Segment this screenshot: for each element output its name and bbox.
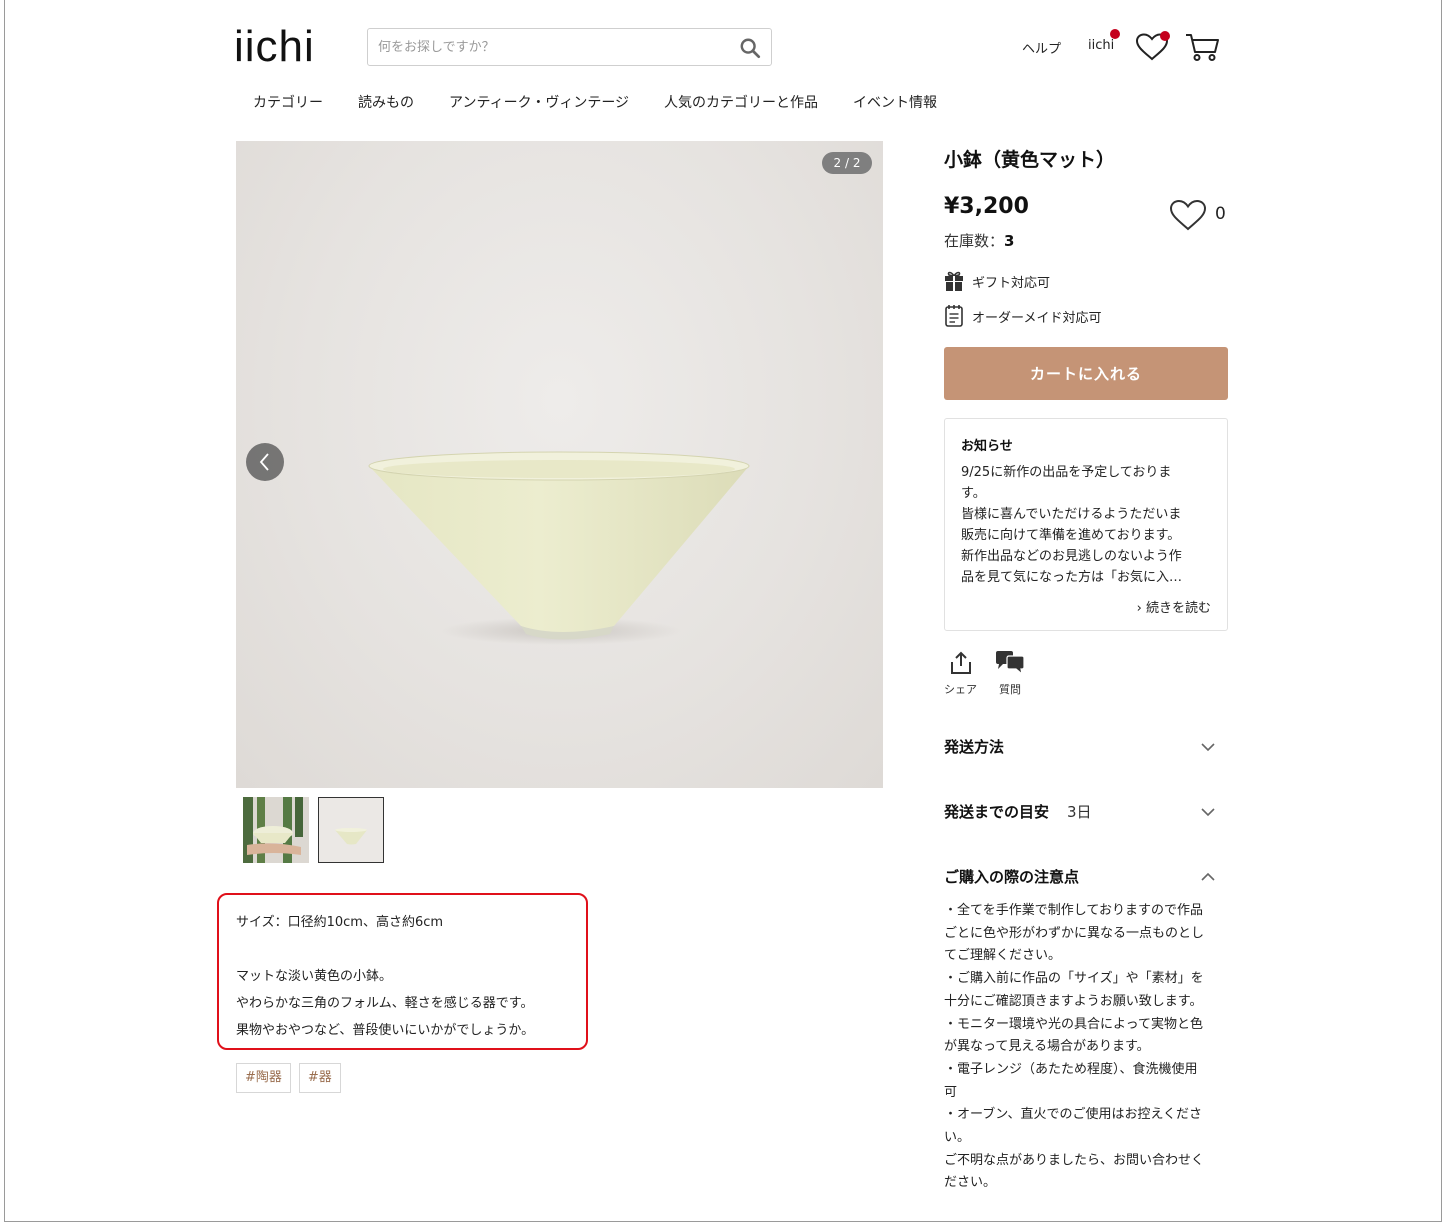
notice-read-more-link[interactable]: › 続きを読む: [1137, 597, 1211, 616]
product-actions: シェア 質問: [944, 651, 1025, 697]
prev-image-button[interactable]: [246, 443, 284, 481]
tag-tableware[interactable]: #器: [298, 1063, 341, 1093]
thumbnail-bowl-photo: [319, 798, 383, 862]
chevron-down-icon: [1201, 807, 1215, 816]
description-line: マットな淡い黄色の小鉢。: [236, 969, 393, 984]
notice-line: 品を見て気になった方は「お気に入…: [961, 570, 1183, 585]
notice-line: 皆様に喜んでいただけるようただいま: [961, 507, 1182, 522]
nav-item-category[interactable]: カテゴリー: [253, 92, 323, 112]
order-note-icon: [945, 305, 963, 327]
search-input[interactable]: [368, 29, 718, 65]
share-icon: [950, 651, 971, 674]
caution-line: ・ご購入前に作品の「サイズ」や「素材」を: [944, 971, 1204, 987]
help-link[interactable]: ヘルプ: [1022, 38, 1061, 57]
stock-info: 在庫数：3: [944, 230, 1014, 251]
product-title: 小鉢（黄色マット）: [944, 149, 1116, 171]
notice-body: 9/25に新作の出品を予定しておりま す。 皆様に喜んでいただけるようただいま …: [961, 462, 1212, 588]
question-label: 質問: [999, 683, 1021, 696]
caution-line: ・全てを手作業で制作しておりますので作品: [944, 903, 1203, 918]
nav-item-events[interactable]: イベント情報: [853, 92, 937, 112]
notice-line: す。: [961, 486, 986, 501]
nav-item-antique-vintage[interactable]: アンティーク・ヴィンテージ: [449, 92, 629, 112]
gift-available: ギフト対応可: [944, 270, 1050, 292]
shop-notice: お知らせ 9/25に新作の出品を予定しておりま す。 皆様に喜んでいただけるよう…: [944, 418, 1228, 631]
shipping-time-value: 3日: [1067, 803, 1092, 821]
shipping-method-label: 発送方法: [944, 738, 1005, 756]
caution-line: ださい。: [944, 1175, 997, 1191]
favorite-count: 0: [1215, 204, 1226, 224]
cart-icon[interactable]: [1184, 31, 1220, 63]
description-line: サイズ：口径約10cm、高さ約6cm: [236, 915, 444, 930]
product-description: サイズ：口径約10cm、高さ約6cm マットな淡い黄色の小鉢。 やわらかな三角の…: [236, 909, 534, 1044]
speech-bubbles-icon: [996, 651, 1025, 675]
tag-list: #陶器 #器: [236, 1063, 341, 1093]
chevron-down-icon: [1201, 742, 1215, 751]
favorites-notification-dot: [1160, 31, 1170, 41]
notice-line: 新作出品などのお見逃しのないよう作: [961, 549, 1182, 564]
add-to-cart-button[interactable]: カートに入れる: [944, 347, 1228, 400]
chevron-up-icon: [1201, 872, 1215, 881]
purchase-caution-label: ご購入の際の注意点: [944, 868, 1080, 886]
caution-line: てご理解ください。: [944, 948, 1062, 964]
stock-value: 3: [1004, 232, 1015, 250]
shipping-method-accordion[interactable]: 発送方法: [944, 736, 1228, 757]
caution-line: が異なって見える場合があります。: [944, 1039, 1150, 1055]
chevron-left-icon: [259, 453, 269, 471]
nav-item-popular[interactable]: 人気のカテゴリーと作品: [664, 92, 818, 112]
product-main-image[interactable]: 2 / 2: [236, 141, 883, 788]
thumbnail-1[interactable]: [243, 797, 309, 863]
caution-line: ・電子レンジ（あたため程度）、食洗機使用: [944, 1061, 1198, 1077]
description-line: 果物やおやつなど、普段使いにいかがでしょうか。: [236, 1023, 535, 1038]
caution-line: い。: [944, 1130, 971, 1146]
share-button[interactable]: シェア: [944, 651, 977, 697]
custom-order-available: オーダーメイド対応可: [944, 304, 1101, 328]
nav-item-reading[interactable]: 読みもの: [358, 92, 414, 112]
thumbnail-cactus-photo: [243, 797, 309, 863]
caution-line: ・モニター環境や光の具合によって実物と色: [944, 1016, 1203, 1032]
search-box[interactable]: [367, 28, 772, 66]
tag-ceramics[interactable]: #陶器: [236, 1063, 291, 1093]
description-line: [236, 936, 534, 963]
user-menu[interactable]: iichi: [1088, 38, 1114, 53]
bowl-photo: [368, 451, 750, 645]
shipping-time-accordion[interactable]: 発送までの目安 3日: [944, 801, 1228, 822]
notice-line: 9/25に新作の出品を予定しておりま: [961, 465, 1172, 480]
notice-title: お知らせ: [961, 439, 1013, 454]
global-nav: カテゴリー 読みもの アンティーク・ヴィンテージ 人気のカテゴリーと作品 イベン…: [253, 92, 972, 112]
caution-line: ・オーブン、直火でのご使用はお控えくださ: [944, 1107, 1203, 1123]
order-label: オーダーメイド対応可: [972, 310, 1102, 326]
caution-line: 十分にご確認頂きますようお願い致します。: [944, 993, 1203, 1009]
search-icon[interactable]: [739, 37, 761, 59]
caution-line: ごとに色や形がわずかに異なる一点ものとし: [944, 925, 1205, 941]
shipping-time-title: 発送までの目安: [944, 803, 1050, 821]
purchase-caution-accordion[interactable]: ご購入の際の注意点: [944, 866, 1228, 887]
stock-label: 在庫数：: [944, 232, 1005, 250]
image-counter: 2 / 2: [822, 152, 872, 174]
product-price: ¥3,200: [944, 194, 1029, 219]
favorite-heart-icon[interactable]: [1168, 198, 1208, 232]
thumbnail-2[interactable]: [318, 797, 384, 863]
caution-line: 可: [944, 1084, 958, 1100]
description-line: やわらかな三角のフォルム、軽さを感じる器です。: [236, 996, 534, 1011]
share-label: シェア: [944, 683, 977, 696]
question-button[interactable]: 質問: [995, 651, 1025, 697]
site-logo[interactable]: iichi: [234, 22, 315, 72]
shipping-time-label: 発送までの目安 3日: [944, 801, 1092, 822]
purchase-caution-text: ・全てを手作業で制作しておりますので作品 ごとに色や形がわずかに異なる一点ものと…: [944, 900, 1228, 1195]
gift-label: ギフト対応可: [972, 275, 1051, 291]
caution-line: ご不明な点がありましたら、お問い合わせく: [944, 1152, 1205, 1168]
user-notification-dot: [1110, 29, 1120, 39]
gift-icon: [945, 271, 963, 291]
notice-line: 販売に向けて準備を進めております。: [961, 528, 1181, 543]
